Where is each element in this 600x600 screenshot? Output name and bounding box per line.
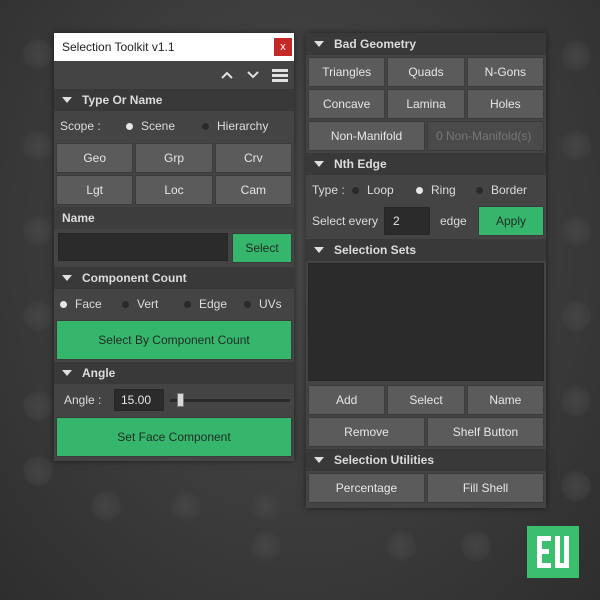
slider-track	[170, 399, 290, 402]
name-row: Select	[54, 229, 294, 265]
non-manifold-button[interactable]: Non-Manifold	[308, 121, 425, 151]
ngons-button[interactable]: N-Gons	[466, 57, 544, 87]
select-every-label: Select every	[312, 214, 379, 228]
collapse-triangle-icon	[314, 247, 324, 253]
quads-button[interactable]: Quads	[387, 57, 465, 87]
collapse-triangle-icon	[62, 370, 72, 376]
section-title: Selection Sets	[334, 243, 417, 257]
select-by-component-count-button[interactable]: Select By Component Count	[56, 320, 292, 360]
type-label: Type :	[312, 183, 345, 197]
selection-sets-buttons-row2: Remove Shelf Button	[306, 417, 546, 447]
ring-radio[interactable]: Ring	[416, 183, 476, 197]
grp-button[interactable]: Grp	[135, 143, 213, 173]
selection-sets-header[interactable]: Selection Sets	[306, 239, 546, 261]
lamina-button[interactable]: Lamina	[387, 89, 465, 119]
type-or-name-header[interactable]: Type Or Name	[54, 89, 294, 111]
section-title: Nth Edge	[334, 157, 387, 171]
bad-geometry-header[interactable]: Bad Geometry	[306, 33, 546, 55]
nth-edge-type-row: Type : Loop Ring Border	[306, 175, 546, 205]
geo-button[interactable]: Geo	[56, 143, 134, 173]
name-set-button[interactable]: Name	[466, 385, 544, 415]
face-radio[interactable]: Face	[60, 297, 122, 311]
selection-sets-list[interactable]	[308, 263, 544, 381]
window-title: Selection Toolkit v1.1	[62, 40, 175, 54]
section-title: Angle	[82, 366, 116, 380]
scope-label: Scope :	[60, 119, 101, 133]
remove-set-button[interactable]: Remove	[308, 417, 425, 447]
border-radio[interactable]: Border	[476, 183, 527, 197]
scope-hierarchy-radio[interactable]: Hierarchy	[202, 119, 268, 133]
scope-scene-radio[interactable]: Scene	[126, 119, 202, 133]
collapse-triangle-icon	[314, 457, 324, 463]
angle-input[interactable]: 15.00	[114, 389, 164, 411]
section-title: Type Or Name	[82, 93, 163, 107]
angle-row: Angle : 15.00	[54, 384, 294, 416]
selection-utilities-header[interactable]: Selection Utilities	[306, 449, 546, 471]
percentage-button[interactable]: Percentage	[308, 473, 425, 503]
select-set-button[interactable]: Select	[387, 385, 465, 415]
section-title: Selection Utilities	[334, 453, 435, 467]
edge-label: edge	[440, 214, 467, 228]
collapse-triangle-icon	[314, 161, 324, 167]
non-manifold-count: 0 Non-Manifold(s)	[427, 121, 544, 151]
angle-slider[interactable]	[170, 392, 290, 408]
title-bar[interactable]: Selection Toolkit v1.1 x	[54, 33, 294, 61]
triangles-button[interactable]: Triangles	[308, 57, 386, 87]
selection-utilities-buttons: Percentage Fill Shell	[306, 473, 546, 503]
name-label: Name	[54, 207, 294, 229]
scope-row: Scope : Scene Hierarchy	[54, 111, 294, 141]
name-input[interactable]	[58, 233, 228, 261]
window-toolbar	[54, 61, 294, 89]
selection-toolkit-window: Selection Toolkit v1.1 x Type Or Name Sc…	[54, 33, 294, 461]
logo-mark-icon	[537, 536, 569, 568]
selection-tools-panel: Bad Geometry Triangles Quads N-Gons Conc…	[306, 33, 546, 508]
selection-sets-buttons-row1: Add Select Name	[306, 385, 546, 415]
add-set-button[interactable]: Add	[308, 385, 386, 415]
collapse-triangle-icon	[314, 41, 324, 47]
cam-button[interactable]: Cam	[214, 175, 292, 205]
section-title: Bad Geometry	[334, 37, 417, 51]
angle-header[interactable]: Angle	[54, 362, 294, 384]
loc-button[interactable]: Loc	[135, 175, 213, 205]
vert-radio[interactable]: Vert	[122, 297, 184, 311]
crv-button[interactable]: Crv	[214, 143, 292, 173]
set-face-component-button[interactable]: Set Face Component	[56, 417, 292, 457]
chevron-up-icon[interactable]	[220, 67, 234, 83]
name-select-button[interactable]: Select	[232, 233, 292, 263]
type-buttons-grid: Geo Grp Crv Lgt Loc Cam	[54, 143, 294, 205]
menu-icon[interactable]	[272, 68, 288, 82]
non-manifold-row: Non-Manifold 0 Non-Manifold(s)	[306, 121, 546, 151]
apply-button[interactable]: Apply	[478, 206, 544, 236]
component-count-header[interactable]: Component Count	[54, 267, 294, 289]
chevron-down-icon[interactable]	[246, 67, 260, 83]
uvs-radio[interactable]: UVs	[244, 297, 282, 311]
lgt-button[interactable]: Lgt	[56, 175, 134, 205]
loop-radio[interactable]: Loop	[352, 183, 416, 197]
shelf-button-button[interactable]: Shelf Button	[427, 417, 544, 447]
bad-geometry-grid: Triangles Quads N-Gons Concave Lamina Ho…	[306, 57, 546, 119]
angle-label: Angle :	[64, 393, 102, 407]
section-title: Component Count	[82, 271, 187, 285]
nth-edge-header[interactable]: Nth Edge	[306, 153, 546, 175]
holes-button[interactable]: Holes	[466, 89, 544, 119]
component-type-row: Face Vert Edge UVs	[54, 289, 294, 319]
slider-handle[interactable]	[177, 393, 184, 407]
every-input[interactable]: 2	[384, 207, 430, 235]
close-button[interactable]: x	[274, 38, 292, 56]
fill-shell-button[interactable]: Fill Shell	[427, 473, 544, 503]
selection-sets-list-wrap	[306, 261, 546, 383]
collapse-triangle-icon	[62, 97, 72, 103]
concave-button[interactable]: Concave	[308, 89, 386, 119]
collapse-triangle-icon	[62, 275, 72, 281]
edge-radio[interactable]: Edge	[184, 297, 244, 311]
brand-logo	[527, 526, 579, 578]
select-every-row: Select every 2 edge Apply	[306, 205, 546, 237]
